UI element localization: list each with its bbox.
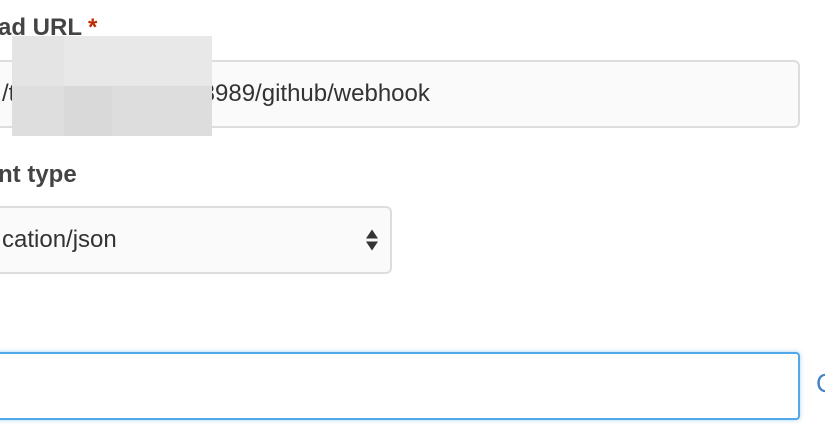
select-updown-arrows-icon [366, 229, 378, 251]
redacted-region [12, 36, 212, 136]
edge-link[interactable]: C [816, 370, 825, 396]
content-type-label: nt type [0, 161, 77, 188]
content-type-select[interactable]: cation/json [0, 206, 392, 274]
content-type-selected-value: cation/json [2, 226, 117, 253]
secret-input[interactable] [0, 352, 800, 420]
payload-url-value-end: :8989/github/webhook [195, 80, 430, 107]
webhook-form: ad URL * /t :8989/github/webhook nt type … [0, 0, 825, 436]
